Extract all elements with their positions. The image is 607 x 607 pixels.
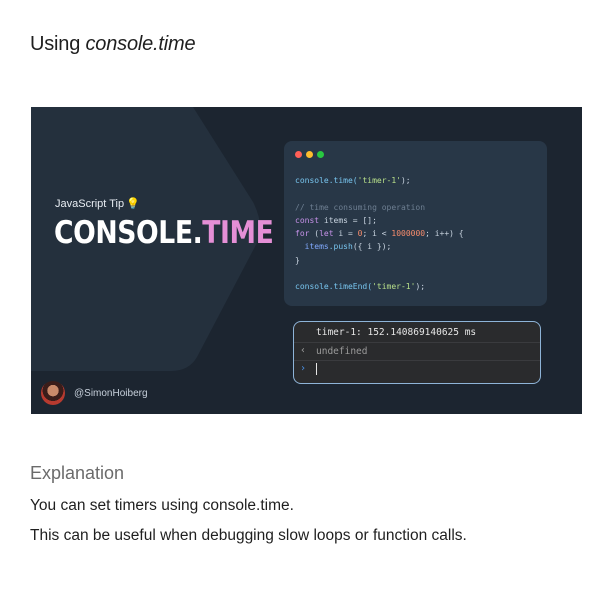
banner-title: CONSOLE.TIME bbox=[54, 215, 274, 251]
prompt-chevron-icon: › bbox=[300, 363, 307, 374]
code-line-timeend: console.timeEnd('timer-1'); bbox=[295, 282, 426, 292]
page-title: Using console.time bbox=[30, 33, 196, 56]
browser-console: timer-1: 152.140869140625 ms ‹ undefined… bbox=[293, 321, 541, 384]
code-line-for: for (let i = 0; i < 1000000; i++) { bbox=[295, 229, 464, 239]
code-block: console.time('timer-1'); // time consumi… bbox=[295, 174, 464, 294]
avatar bbox=[41, 381, 65, 405]
lightbulb-icon: 💡 bbox=[126, 198, 140, 210]
author-handle: @SimonHoiberg bbox=[74, 388, 148, 399]
title-emphasis: console.time bbox=[85, 33, 196, 55]
tip-label: JavaScript Tip 💡 bbox=[55, 197, 140, 210]
console-prompt-row: › bbox=[294, 360, 540, 379]
console-return-row: ‹ undefined bbox=[294, 342, 540, 361]
return-arrow-icon: ‹ bbox=[300, 345, 307, 356]
console-input-caret bbox=[316, 363, 317, 375]
window-controls bbox=[295, 151, 324, 158]
console-return-value: undefined bbox=[316, 346, 368, 357]
maximize-dot-icon bbox=[317, 151, 324, 158]
code-line-const: const items = []; bbox=[295, 215, 377, 225]
code-line-comment: // time consuming operation bbox=[295, 202, 426, 212]
banner-title-part2: TIME bbox=[202, 215, 274, 251]
explanation-line-2: This can be useful when debugging slow l… bbox=[30, 527, 467, 544]
explanation-heading: Explanation bbox=[30, 463, 125, 483]
code-line-close: } bbox=[295, 255, 300, 265]
code-editor-window: console.time('timer-1'); // time consumi… bbox=[284, 141, 547, 306]
explanation-line-1: You can set timers using console.time. bbox=[30, 497, 294, 514]
code-line-1: console.time('timer-1'); bbox=[295, 176, 411, 185]
banner-title-part1: CONSOLE. bbox=[54, 215, 203, 251]
code-line-push: items.push({ i }); bbox=[304, 242, 392, 252]
console-log-row: timer-1: 152.140869140625 ms bbox=[294, 324, 540, 342]
minimize-dot-icon bbox=[306, 151, 313, 158]
console-output: timer-1: 152.140869140625 ms bbox=[316, 327, 477, 338]
close-dot-icon bbox=[295, 151, 302, 158]
title-prefix: Using bbox=[30, 33, 86, 55]
tip-label-text: JavaScript Tip bbox=[55, 198, 125, 210]
banner-image: JavaScript Tip 💡 CONSOLE.TIME @SimonHoibe… bbox=[31, 107, 582, 414]
